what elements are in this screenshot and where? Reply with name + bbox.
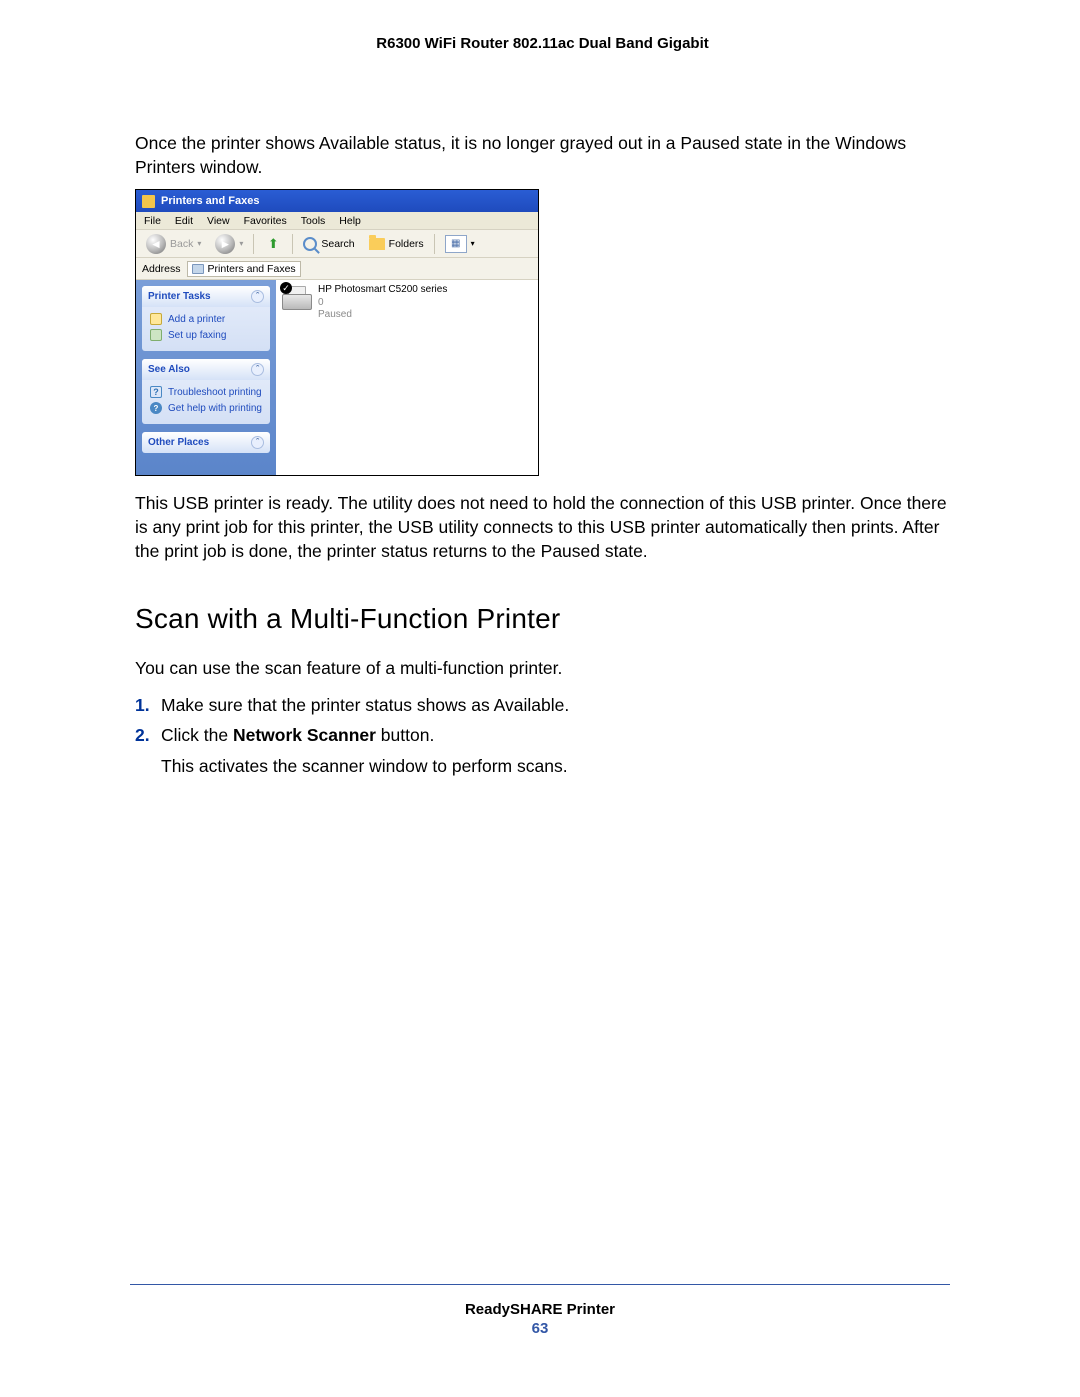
- toolbar-separator: [253, 234, 254, 254]
- body-paragraph-1: Once the printer shows Available status,…: [135, 132, 950, 179]
- views-button[interactable]: ▦ ▾: [441, 233, 479, 255]
- printer-icon: ✓: [282, 284, 312, 310]
- menu-file[interactable]: File: [144, 215, 161, 227]
- add-printer-icon: [150, 313, 162, 325]
- step-1: 1. Make sure that the printer status sho…: [135, 691, 950, 721]
- troubleshoot-icon: ?: [150, 386, 162, 398]
- folder-icon: [369, 238, 385, 250]
- window-title: Printers and Faxes: [161, 195, 259, 207]
- menu-view[interactable]: View: [207, 215, 230, 227]
- screenshot-printers-and-faxes: Printers and Faxes File Edit View Favori…: [135, 189, 539, 476]
- task-sidebar: Printer Tasks ˆ Add a printer Set up fax…: [136, 280, 276, 475]
- toolbar-separator: [434, 234, 435, 254]
- content-area: Printer Tasks ˆ Add a printer Set up fax…: [136, 280, 538, 475]
- printer-item[interactable]: ✓ HP Photosmart C5200 series 0 Paused: [282, 284, 532, 322]
- link-troubleshoot-printing[interactable]: ? Troubleshoot printing: [150, 384, 262, 400]
- forward-button[interactable]: ► ▾: [211, 232, 247, 256]
- address-bar: Address Printers and Faxes: [136, 258, 538, 280]
- address-field[interactable]: Printers and Faxes: [187, 261, 301, 277]
- collapse-icon: ˆ: [251, 290, 264, 303]
- toolbar: ◄ Back ▾ ► ▾ ⬆ Search Folders: [136, 230, 538, 258]
- folders-button[interactable]: Folders: [365, 236, 428, 252]
- menu-edit[interactable]: Edit: [175, 215, 193, 227]
- step-number-1: 1.: [135, 691, 150, 721]
- help-icon: ?: [150, 402, 162, 414]
- collapse-icon: ˆ: [251, 363, 264, 376]
- task-set-up-faxing[interactable]: Set up faxing: [150, 327, 262, 343]
- step-number-2: 2.: [135, 721, 150, 751]
- search-icon: [303, 237, 317, 251]
- back-dropdown-icon: ▾: [197, 239, 201, 248]
- step-2: 2. Click the Network Scanner button.: [135, 721, 950, 751]
- printer-list: ✓ HP Photosmart C5200 series 0 Paused: [276, 280, 538, 475]
- fax-icon: [150, 329, 162, 341]
- panel-see-also: See Also ˆ ? Troubleshoot printing ? Get…: [142, 359, 270, 424]
- footer-chapter-label: ReadySHARE Printer: [130, 1301, 950, 1318]
- window-titlebar: Printers and Faxes: [136, 190, 538, 212]
- section-heading-scan: Scan with a Multi-Function Printer: [135, 603, 950, 635]
- collapse-icon: ˆ: [251, 436, 264, 449]
- menu-favorites[interactable]: Favorites: [244, 215, 287, 227]
- forward-dropdown-icon: ▾: [239, 239, 243, 248]
- back-arrow-icon: ◄: [146, 234, 166, 254]
- numbered-steps: 1. Make sure that the printer status sho…: [135, 691, 950, 782]
- back-button[interactable]: ◄ Back ▾: [142, 232, 205, 256]
- panel-other-places: Other Places ˆ: [142, 432, 270, 453]
- up-folder-icon: ⬆: [264, 235, 282, 253]
- step-2-subtext: This activates the scanner window to per…: [135, 752, 950, 782]
- printer-status: Paused: [318, 309, 447, 322]
- search-button[interactable]: Search: [299, 235, 358, 253]
- printer-name: HP Photosmart C5200 series: [318, 284, 447, 297]
- views-dropdown-icon: ▾: [471, 239, 475, 248]
- toolbar-separator: [292, 234, 293, 254]
- task-add-a-printer[interactable]: Add a printer: [150, 311, 262, 327]
- menu-help[interactable]: Help: [339, 215, 361, 227]
- panel-header-see-also[interactable]: See Also ˆ: [142, 359, 270, 380]
- views-icon: ▦: [445, 235, 467, 253]
- panel-printer-tasks: Printer Tasks ˆ Add a printer Set up fax…: [142, 286, 270, 351]
- printer-info: HP Photosmart C5200 series 0 Paused: [318, 284, 447, 322]
- link-get-help-with-printing[interactable]: ? Get help with printing: [150, 400, 262, 416]
- body-paragraph-3: You can use the scan feature of a multi-…: [135, 657, 950, 681]
- address-label: Address: [142, 263, 181, 275]
- window-icon: [142, 195, 155, 208]
- printers-folder-icon: [192, 264, 204, 274]
- printer-doc-count: 0: [318, 297, 447, 310]
- up-button[interactable]: ⬆: [260, 233, 286, 255]
- panel-header-printer-tasks[interactable]: Printer Tasks ˆ: [142, 286, 270, 307]
- page-footer: ReadySHARE Printer 63: [130, 1284, 950, 1337]
- document-header: R6300 WiFi Router 802.11ac Dual Band Gig…: [135, 35, 950, 52]
- menu-bar: File Edit View Favorites Tools Help: [136, 212, 538, 230]
- body-paragraph-2: This USB printer is ready. The utility d…: [135, 492, 950, 563]
- menu-tools[interactable]: Tools: [301, 215, 326, 227]
- panel-header-other-places[interactable]: Other Places ˆ: [142, 432, 270, 453]
- footer-page-number: 63: [130, 1320, 950, 1337]
- footer-rule: [130, 1284, 950, 1285]
- forward-arrow-icon: ►: [215, 234, 235, 254]
